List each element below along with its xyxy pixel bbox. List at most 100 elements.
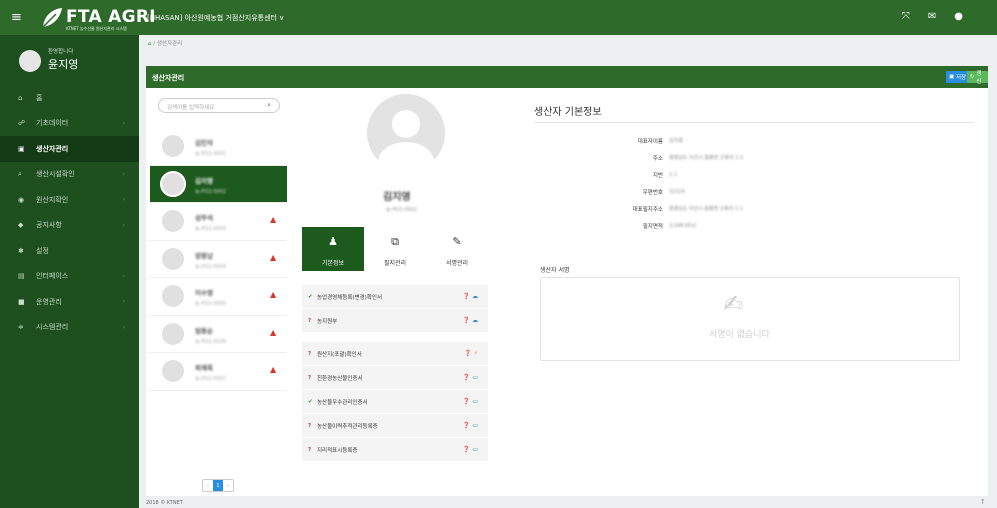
sidebar-item-home[interactable]: ⌂ 홈 — [0, 85, 139, 111]
search-input[interactable]: 검색어를 입력하세요 ⌕ — [158, 98, 280, 113]
info-row: 지번 1-1 — [534, 166, 974, 183]
warning-icon: ▲ — [270, 215, 277, 224]
scroll-top-icon[interactable]: ↑ — [980, 498, 986, 506]
document-row[interactable]: ✔ 농업경영체등록(변경)확인서 ❓ ☁ — [302, 285, 488, 309]
producer-panel: 생산자관리 ▣ 저장 ↻ 갱신 검색어를 입력하세요 ⌕ 김민자 농-PO2-00… — [146, 66, 988, 496]
info-icon[interactable]: ❓ — [463, 398, 470, 405]
list-item-selected[interactable]: 김지영 농-PO2-0002 — [150, 165, 287, 203]
info-icon[interactable]: ❓ — [463, 317, 470, 324]
list-item[interactable]: 김민자 농-PO2-0001 — [150, 128, 287, 166]
update-button[interactable]: ↻ 갱신 — [967, 71, 988, 85]
upload-icon[interactable]: ☁ — [472, 293, 478, 300]
info-icon[interactable]: ❓ — [463, 374, 470, 381]
map-icon: ⧉ — [391, 235, 399, 248]
page-1-button[interactable]: 1 — [213, 480, 223, 491]
document-row[interactable]: ? 원산지(포괄)확인서 ❓ ⚡ — [302, 342, 488, 366]
user-name: 윤지영 — [48, 58, 79, 71]
sidebar-item-interface[interactable]: ▤ 인터페이스 › — [0, 264, 139, 290]
document-row[interactable]: ? 친환경농산물인증서 ❓ ▭ — [302, 366, 488, 390]
chat-icon: ◆ — [18, 221, 24, 230]
fullscreen-icon[interactable]: ⤧ — [902, 11, 910, 22]
info-row: 필지면적 3,348.00㎡ — [534, 217, 974, 234]
divider — [534, 122, 974, 123]
sidebar-item-label: 설정 — [36, 246, 49, 255]
list-item[interactable]: 성주석 농-PO2-0003 ▲ — [150, 203, 287, 241]
inbox-icon[interactable]: ▭ — [472, 398, 478, 405]
question-icon: ? — [308, 350, 312, 357]
sidebar-item-producers[interactable]: ▣ 생산자관리 — [0, 136, 139, 162]
producer-name: 성주석 — [195, 214, 213, 222]
document-label: 농산물이력추적관리등록증 — [317, 423, 378, 430]
sidebar-item-facility[interactable]: ⌕ 생산시설확인 › — [0, 162, 139, 188]
organization-selector[interactable]: [NHASAN] 아산원예농협 거점산지유통센터 ∨ — [147, 13, 284, 23]
signature-box[interactable]: ✍ 서명이 없습니다 — [540, 277, 960, 361]
info-value: 1-1 — [669, 171, 678, 178]
menu-toggle-icon[interactable]: ≡ — [11, 11, 22, 24]
users-icon: ☍ — [18, 119, 26, 128]
sliders-icon: ≑ — [18, 323, 24, 332]
inbox-icon[interactable]: ▭ — [472, 446, 478, 453]
info-icon[interactable]: ❓ — [463, 446, 470, 453]
chevron-right-icon: › — [122, 272, 125, 280]
info-rows: 대표자이름 김지영 주소 충청남도 아산시 음봉면 신휴리 1-1 지번 1-1 우편… — [534, 132, 974, 234]
sidebar-item-label: 공지사항 — [36, 221, 62, 230]
sidebar-item-operations[interactable]: ■ 운영관리 › — [0, 289, 139, 315]
upload-icon[interactable]: ☁ — [472, 317, 478, 324]
tab-label: 서명관리 — [445, 260, 469, 267]
avatar — [160, 320, 186, 347]
producer-name: 이수영 — [195, 289, 213, 297]
list-item[interactable]: 이수영 농-PO2-0005 ▲ — [150, 278, 287, 316]
document-list: ✔ 농업경영체등록(변경)확인서 ❓ ☁ ? 농지원부 ❓ ☁ ? 원산지(포괄)확인서 ❓… — [302, 285, 488, 462]
tab-parcel[interactable]: ⧉ 필지관리 — [364, 227, 426, 271]
signature-pen-icon: ✍ — [723, 290, 744, 318]
info-row: 우편번호 31524 — [534, 183, 974, 200]
page-prev-button[interactable]: ‹ — [203, 480, 213, 491]
producer-name-display: 김지영 — [383, 192, 411, 203]
list-item[interactable]: 임동순 농-PO2-0006 ▲ — [150, 316, 287, 353]
document-label: 농업경영체등록(변경)확인서 — [317, 294, 383, 301]
page-next-button[interactable]: › — [223, 480, 233, 491]
sidebar-item-label: 기초데이터 — [36, 119, 69, 128]
info-icon[interactable]: ❓ — [463, 293, 470, 300]
info-icon[interactable]: ❓ — [463, 422, 470, 429]
search-icon[interactable]: ⌕ — [267, 101, 271, 110]
user-icon[interactable]: ● — [954, 11, 963, 22]
producer-code: 농-PO2-0004 — [195, 263, 227, 270]
document-row[interactable]: ? 지리적표시등록증 ❓ ▭ — [302, 438, 488, 462]
list-item[interactable]: 최재옥 농-PO2-0007 ▲ — [150, 353, 287, 391]
top-bar: ≡ FTA AGRI KTNET 농수산물 원산지관리 시스템 [NHASAN]… — [0, 0, 997, 35]
inbox-icon[interactable]: ▭ — [472, 422, 478, 429]
producer-list: 김민자 농-PO2-0001 김지영 농-PO2-0002 성주석 농-PO2-000… — [150, 128, 287, 391]
document-row[interactable]: ✔ 농산물우수관리인증서 ❓ ▭ — [302, 390, 488, 414]
gear-icon: ✱ — [18, 246, 24, 255]
sidebar-item-base-data[interactable]: ☍ 기초데이터 › — [0, 111, 139, 137]
database-icon: ▤ — [18, 272, 25, 281]
inbox-icon[interactable]: ▭ — [472, 374, 478, 381]
breadcrumb-current: 생산자관리 — [156, 41, 183, 47]
document-row[interactable]: ? 농지원부 ❓ ☁ — [302, 309, 488, 333]
sidebar-item-notice[interactable]: ◆ 공지사항 › — [0, 213, 139, 239]
tab-label: 필지관리 — [383, 260, 407, 267]
tab-basic-info[interactable]: ♟ 기본정보 — [302, 227, 364, 271]
tab-signature[interactable]: ✎ 서명관리 — [426, 227, 488, 271]
bolt-icon[interactable]: ⚡ — [474, 350, 478, 357]
sidebar-item-settings[interactable]: ✱ 설정 — [0, 238, 139, 264]
home-icon[interactable]: ⌂ — [148, 41, 152, 47]
sidebar-item-label: 원산지확인 — [36, 195, 69, 204]
producer-code: 농-PO2-0001 — [195, 151, 227, 157]
avatar — [160, 245, 186, 272]
list-item[interactable]: 양용남 농-PO2-0004 ▲ — [150, 241, 287, 278]
info-icon[interactable]: ❓ — [464, 350, 471, 357]
search-icon: ⌕ — [18, 169, 22, 178]
chevron-right-icon: › — [122, 298, 125, 306]
signature-label: 생산자 서명 — [540, 267, 570, 274]
save-button[interactable]: ▣ 저장 — [946, 71, 970, 83]
mail-icon[interactable]: ✉ — [928, 11, 936, 22]
sidebar-item-system[interactable]: ≑ 시스템관리 › — [0, 315, 139, 341]
document-row[interactable]: ? 농산물이력추적관리등록증 ❓ ▭ — [302, 414, 488, 438]
info-value: 김지영 — [669, 138, 683, 144]
user-profile: 환영합니다 윤지영 — [0, 35, 139, 85]
sidebar: 환영합니다 윤지영 ⌂ 홈 ☍ 기초데이터 › ▣ 생산자관리 ⌕ 생산시설확인 › ◉ 원산… — [0, 35, 139, 508]
sidebar-item-origin[interactable]: ◉ 원산지확인 › — [0, 187, 139, 213]
panel-header: 생산자관리 ▣ 저장 ↻ 갱신 — [146, 66, 988, 88]
